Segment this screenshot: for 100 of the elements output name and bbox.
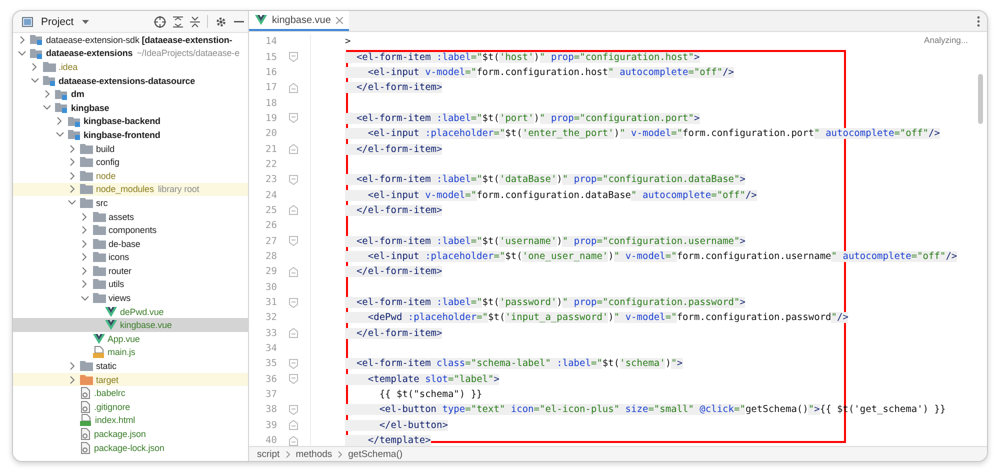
scrollbar-thumb[interactable] (978, 74, 983, 124)
chevron-down-icon[interactable] (80, 296, 88, 301)
tree-item[interactable]: views (13, 291, 248, 305)
close-icon[interactable] (336, 16, 343, 24)
tree-item[interactable]: dePwd.vue (13, 304, 248, 318)
minimize-icon[interactable] (234, 20, 244, 22)
chevron-right-icon[interactable] (70, 362, 74, 370)
chevron-right-icon[interactable] (57, 117, 62, 126)
chevron-right-icon[interactable] (44, 90, 50, 98)
tree-item[interactable]: icons (13, 250, 248, 264)
folder-icon (92, 212, 106, 222)
tree-item[interactable]: assets (13, 210, 248, 224)
tree-item[interactable]: config (13, 155, 248, 169)
chevron-right-icon[interactable] (82, 212, 87, 221)
fold-marker-icon[interactable] (289, 358, 298, 369)
fold-marker-icon[interactable] (289, 205, 298, 216)
crosshair-icon[interactable] (154, 16, 166, 28)
item-name: config (96, 157, 120, 168)
chevron-right-icon[interactable] (70, 158, 74, 166)
chevron-right-icon[interactable] (70, 144, 74, 153)
fold-marker-icon[interactable] (289, 266, 298, 277)
panel-title[interactable]: Project (38, 16, 77, 28)
chevron-down-icon[interactable] (43, 105, 51, 110)
fold-marker-icon[interactable] (289, 404, 298, 415)
tree-item[interactable]: node (13, 168, 248, 183)
more-options-icon[interactable] (977, 16, 980, 26)
tree-item[interactable]: target (13, 372, 248, 386)
item-name: static (96, 361, 116, 372)
chevron-right-icon[interactable] (70, 172, 74, 180)
item-name: de-base (108, 238, 140, 249)
folder-icon (80, 157, 93, 168)
line-number: 18 (264, 98, 277, 109)
fold-marker-icon[interactable] (289, 144, 298, 154)
settings-icon[interactable] (215, 16, 227, 28)
tree-item[interactable]: index.html (13, 414, 248, 428)
tree-item[interactable]: main.js (13, 346, 248, 360)
fold-marker-icon[interactable] (289, 328, 298, 338)
fold-marker-icon[interactable] (289, 374, 298, 384)
tree-item[interactable]: utils (13, 278, 248, 292)
tree-item[interactable]: router (13, 264, 248, 278)
line-number: 38 (264, 404, 277, 416)
tree-item[interactable]: dm (13, 87, 248, 101)
editor-tab[interactable]: kingbase.vue (249, 11, 349, 31)
tree-item[interactable]: .babelrc (13, 386, 248, 400)
tree-item[interactable]: dataease-extension-sdk [dataease-extenstion- (13, 33, 248, 47)
fold-marker-icon[interactable] (289, 436, 298, 446)
chevron-right-icon[interactable] (70, 376, 74, 384)
expand-all-icon[interactable] (173, 16, 183, 28)
tree-item[interactable]: build (13, 142, 248, 156)
chevron-down-icon[interactable] (30, 78, 38, 84)
caret-icon[interactable] (82, 20, 89, 24)
folder-icon (92, 293, 106, 304)
tree-item[interactable]: .idea (13, 60, 248, 74)
breadcrumb-item[interactable]: getSchema() (348, 448, 403, 460)
collapse-all-icon[interactable] (190, 16, 200, 28)
item-name: node (96, 170, 116, 181)
fold-marker-icon[interactable] (289, 174, 298, 185)
tree-item[interactable]: dataease-extensions-datasource (13, 74, 248, 88)
chevron-right-icon[interactable] (32, 62, 37, 71)
chevron-right-icon[interactable] (82, 266, 87, 275)
module-folder-icon (68, 116, 80, 127)
module-folder-icon (42, 75, 56, 86)
tree-item[interactable]: .gitignore (13, 400, 248, 414)
fold-marker-icon[interactable] (289, 298, 298, 308)
tree-item[interactable]: static (13, 359, 248, 373)
fold-marker-icon[interactable] (289, 420, 298, 430)
tree-item[interactable]: src (13, 196, 248, 210)
chevron-down-icon[interactable] (18, 50, 26, 56)
chevron-right-icon[interactable] (82, 240, 87, 248)
fold-marker-icon[interactable] (289, 113, 298, 124)
tree-item[interactable]: components (13, 223, 248, 237)
line-number: 34 (264, 343, 277, 354)
folder-icon (92, 238, 106, 249)
chevron-right-icon[interactable] (82, 280, 87, 288)
tree-item[interactable]: App.vue (13, 332, 248, 346)
fold-marker-icon[interactable] (289, 236, 298, 246)
breadcrumb-item[interactable]: script (257, 448, 280, 460)
chevron-down-icon[interactable] (56, 132, 64, 138)
folder-icon (92, 252, 106, 262)
chevron-right-icon[interactable] (20, 36, 24, 44)
line-number: 17 (264, 82, 277, 94)
tree-item[interactable]: kingbase-frontend (13, 128, 248, 142)
tree-item[interactable]: node_modules library root (13, 182, 248, 196)
line-number: 16 (264, 66, 277, 78)
item-name: node_modules (96, 184, 154, 194)
tree-item[interactable]: kingbase-backend (13, 114, 248, 128)
chevron-right-icon[interactable] (82, 226, 87, 234)
fold-marker-icon[interactable] (289, 52, 298, 62)
tree-item[interactable]: dataease-extensions ~/IdeaProjects/dataease-e (13, 46, 248, 60)
line-number: 22 (264, 158, 277, 170)
chevron-right-icon[interactable] (82, 253, 87, 262)
fold-marker-icon[interactable] (289, 82, 298, 93)
breadcrumb-item[interactable]: methods (296, 448, 332, 460)
chevron-down-icon[interactable] (68, 200, 76, 206)
item-name: target (96, 374, 118, 385)
chevron-right-icon[interactable] (70, 185, 74, 194)
tree-item[interactable]: kingbase (13, 100, 248, 115)
tree-item[interactable]: package-lock.json (13, 440, 248, 454)
tree-item[interactable]: de-base (13, 236, 248, 250)
tree-item[interactable]: package.json (13, 427, 248, 441)
